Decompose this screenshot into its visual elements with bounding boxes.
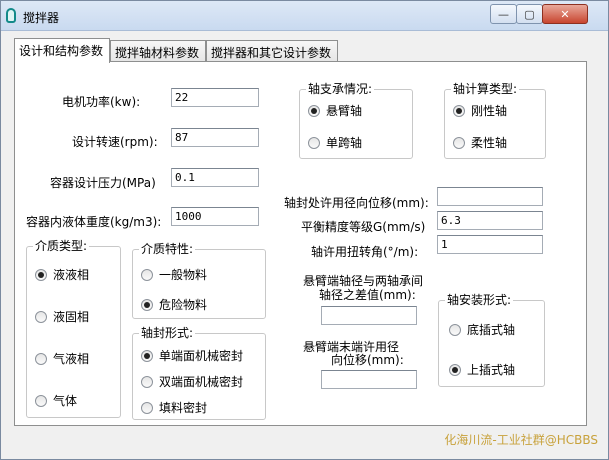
shaft-seal-group: 轴封形式: 单端面机械密封 双端面机械密封 填料密封 [132, 326, 266, 420]
title-bar[interactable]: 搅拌器 — ▢ ✕ [1, 1, 608, 31]
radio-dot-icon [35, 268, 47, 281]
radio-dot-icon [35, 394, 47, 407]
radio-double-mech-seal[interactable]: 双端面机械密封 [141, 373, 243, 390]
balance-grade-label: 平衡精度等级G(mm/s) [301, 220, 426, 234]
shaft-calc-group: 轴计算类型: 刚性轴 柔性轴 [444, 82, 546, 159]
mounting-group: 轴安装形式: 底插式轴 上插式轴 [438, 293, 545, 387]
radio-bottom-entry-shaft[interactable]: 底插式轴 [449, 321, 515, 338]
radio-dot-icon [308, 136, 320, 149]
radio-dot-icon [141, 268, 153, 281]
cantilever-diff-input[interactable] [321, 306, 417, 325]
radio-dot-icon [141, 298, 153, 311]
radio-hazardous-material[interactable]: 危险物料 [141, 296, 207, 313]
radio-dot-icon [141, 401, 153, 414]
radio-dot-icon [141, 349, 153, 362]
watermark: 化海川流-工业社群@HCBBS [444, 433, 598, 447]
mounting-title: 轴安装形式: [445, 293, 514, 307]
design-pressure-label: 容器设计压力(MPa) [50, 176, 156, 190]
radio-packing-seal[interactable]: 填料密封 [141, 399, 207, 416]
radio-dot-icon [453, 136, 465, 149]
radio-dot-icon [141, 375, 153, 388]
window-title: 搅拌器 [23, 11, 60, 25]
radio-single-span-shaft[interactable]: 单跨轴 [308, 134, 362, 151]
liquid-weight-label: 容器内液体重度(kg/m3): [26, 215, 162, 229]
cantilever-diff-label-line2: 轴径之差值(mm): [319, 288, 416, 302]
close-button[interactable]: ✕ [542, 4, 588, 24]
radio-cantilever-shaft[interactable]: 悬臂轴 [308, 102, 362, 119]
medium-property-title: 介质特性: [139, 242, 196, 256]
tab-mixer-other[interactable]: 搅拌器和其它设计参数 [206, 40, 338, 62]
seal-radial-disp-label: 轴封处许用径向位移(mm): [284, 196, 429, 210]
radio-general-material[interactable]: 一般物料 [141, 266, 207, 283]
shaft-support-title: 轴支承情况: [306, 82, 375, 96]
motor-power-input[interactable]: 22 [171, 88, 259, 107]
radio-dot-icon [35, 310, 47, 323]
shaft-seal-title: 轴封形式: [139, 326, 196, 340]
cantilever-disp-input[interactable] [321, 370, 417, 389]
radio-gas-liquid[interactable]: 气液相 [35, 350, 89, 367]
radio-dot-icon [308, 104, 320, 117]
balance-grade-input[interactable]: 6.3 [437, 211, 543, 230]
design-speed-input[interactable]: 87 [171, 128, 259, 147]
medium-type-group: 介质类型: 液液相 液固相 气液相 气体 [26, 239, 121, 418]
tab-panel: 电机功率(kw): 22 设计转速(rpm): 87 容器设计压力(MPa) 0… [14, 61, 587, 426]
radio-liquid-liquid[interactable]: 液液相 [35, 266, 89, 283]
radio-flexible-shaft[interactable]: 柔性轴 [453, 134, 507, 151]
medium-property-group: 介质特性: 一般物料 危险物料 [132, 242, 266, 319]
torsion-angle-input[interactable]: 1 [437, 235, 543, 254]
maximize-button[interactable]: ▢ [516, 4, 543, 24]
app-window: 搅拌器 — ▢ ✕ 设计和结构参数 搅拌轴材料参数 搅拌器和其它设计参数 电机功… [0, 0, 609, 460]
design-speed-label: 设计转速(rpm): [72, 135, 158, 149]
tab-design-structure[interactable]: 设计和结构参数 [14, 38, 110, 63]
radio-gas[interactable]: 气体 [35, 392, 77, 409]
radio-liquid-solid[interactable]: 液固相 [35, 308, 89, 325]
medium-type-title: 介质类型: [33, 239, 90, 253]
tab-shaft-material[interactable]: 搅拌轴材料参数 [110, 40, 206, 62]
radio-rigid-shaft[interactable]: 刚性轴 [453, 102, 507, 119]
shaft-calc-title: 轴计算类型: [451, 82, 520, 96]
radio-top-entry-shaft[interactable]: 上插式轴 [449, 361, 515, 378]
radio-dot-icon [449, 323, 461, 336]
motor-power-label: 电机功率(kw): [62, 95, 141, 109]
minimize-button[interactable]: — [490, 4, 517, 24]
liquid-weight-input[interactable]: 1000 [171, 207, 259, 226]
design-pressure-input[interactable]: 0.1 [171, 168, 259, 187]
torsion-angle-label: 轴许用扭转角(°/m): [311, 245, 419, 259]
seal-radial-disp-input[interactable] [437, 187, 543, 206]
radio-dot-icon [35, 352, 47, 365]
radio-dot-icon [453, 104, 465, 117]
radio-single-mech-seal[interactable]: 单端面机械密封 [141, 347, 243, 364]
app-icon [6, 8, 16, 23]
cantilever-disp-label-line2: 向位移(mm): [331, 353, 404, 367]
radio-dot-icon [449, 363, 461, 376]
shaft-support-group: 轴支承情况: 悬臂轴 单跨轴 [299, 82, 413, 159]
